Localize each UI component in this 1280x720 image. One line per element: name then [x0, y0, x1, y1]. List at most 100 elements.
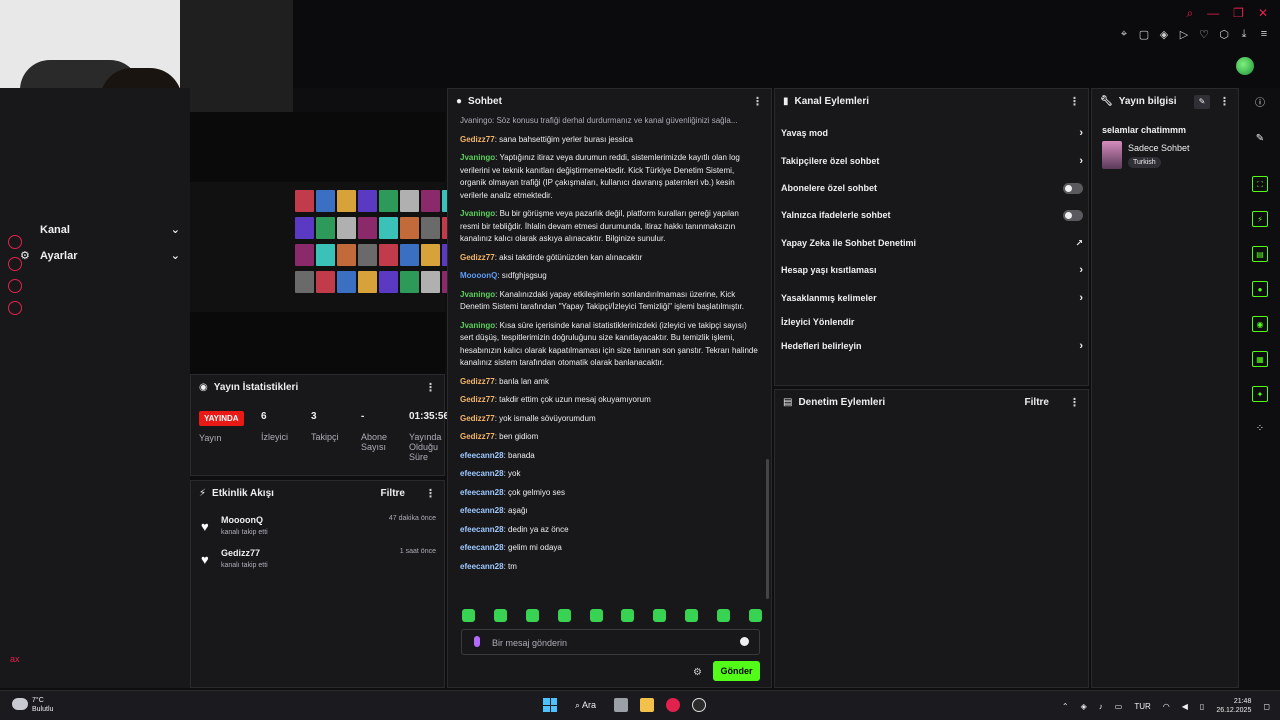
sidebar-item-kanal[interactable]: Kanal ⌄ [40, 223, 180, 237]
filter-button[interactable]: Filtre [1025, 397, 1049, 408]
taskbar-search[interactable]: ⌕ Ara [569, 700, 602, 711]
settings-icon[interactable] [8, 301, 22, 315]
channel-action-row[interactable]: İzleyici Yönlendir [781, 312, 1083, 332]
chat-username[interactable]: efeecann28 [460, 488, 504, 497]
category-name[interactable]: Sadece Sohbet [1128, 143, 1190, 153]
channel-action-row[interactable]: Yavaş mod › [781, 123, 1083, 143]
chat-username[interactable]: MoooonQ [460, 271, 497, 280]
download-icon[interactable]: ⤓ [1238, 28, 1250, 40]
sidebar-item-ayarlar[interactable]: ⚙ Ayarlar ⌄ [20, 249, 180, 263]
emote-icon[interactable] [493, 609, 507, 622]
live-icon[interactable] [8, 235, 22, 249]
focus-icon[interactable]: ⛶ [1252, 176, 1268, 192]
language-tag[interactable]: Turkish [1128, 157, 1161, 168]
profile-globe-icon[interactable] [1236, 57, 1254, 75]
volume-icon[interactable]: ◀ [1182, 702, 1188, 711]
chat-bubble-icon[interactable]: ● [1252, 281, 1268, 297]
clock-icon[interactable] [8, 257, 22, 271]
heart-icon[interactable]: ♡ [1198, 28, 1210, 41]
broadcast-icon[interactable]: ◉ [1252, 316, 1268, 332]
more-options-icon[interactable]: ⋮ [425, 381, 436, 394]
keyboard-icon[interactable]: ▭ [1115, 702, 1123, 711]
microphone-icon[interactable] [474, 636, 480, 647]
more-options-icon[interactable]: ⋮ [1069, 95, 1080, 108]
maximize-icon[interactable]: ❐ [1233, 6, 1244, 21]
more-options-icon[interactable]: ⋮ [1219, 95, 1230, 108]
chat-username[interactable]: Jvaningo [460, 290, 495, 299]
search-icon[interactable]: ⌕ [1186, 6, 1193, 21]
chat-username[interactable]: Gedizz77 [460, 377, 495, 386]
extensions-icon[interactable]: ⬡ [1218, 28, 1230, 41]
layout-icon[interactable]: ▦ [1252, 351, 1268, 367]
opera-gx-icon[interactable] [666, 698, 681, 712]
channel-action-row[interactable]: Abonelere özel sohbet [781, 178, 1083, 198]
emote-icon[interactable] [557, 609, 571, 622]
chat-username[interactable]: Jvaningo [460, 321, 495, 330]
menu-icon[interactable]: ≡ [1258, 28, 1270, 40]
notes-icon[interactable]: ▤ [1252, 246, 1268, 262]
toggle-switch[interactable] [1063, 209, 1083, 221]
chat-username[interactable]: efeecann28 [460, 543, 504, 552]
channel-action-row[interactable]: Yapay Zeka ile Sohbet Denetimi ↗ [781, 233, 1083, 253]
integrations-icon[interactable]: ⁘ [1252, 421, 1268, 437]
emote-icon[interactable] [462, 609, 475, 622]
chat-username[interactable]: Jvaningo [460, 153, 495, 162]
obs-icon[interactable] [692, 698, 707, 712]
info-icon[interactable]: ⓘ [1252, 96, 1268, 112]
more-options-icon[interactable]: ⋮ [1069, 396, 1080, 409]
chat-username[interactable]: efeecann28 [460, 562, 504, 571]
more-options-icon[interactable]: ⋮ [752, 95, 763, 108]
emote-icon[interactable] [748, 609, 762, 622]
task-view-icon[interactable] [614, 698, 629, 712]
chat-username[interactable]: Gedizz77 [460, 414, 495, 423]
emote-icon[interactable] [525, 609, 539, 622]
chat-username[interactable]: Gedizz77 [460, 135, 495, 144]
chat-username[interactable]: Jvaningo [460, 209, 495, 218]
chat-username[interactable]: Gedizz77 [460, 253, 495, 262]
emote-icon[interactable] [653, 609, 667, 622]
clock[interactable]: 21:48 26.12.2025 [1216, 697, 1251, 715]
wifi-icon[interactable]: ◠ [1163, 702, 1170, 711]
screenshot-icon[interactable]: ▢ [1138, 28, 1150, 41]
emote-icon[interactable] [685, 609, 699, 622]
chat-username[interactable]: Gedizz77 [460, 395, 495, 404]
microphone-icon[interactable]: ♪ [1099, 702, 1103, 711]
chat-username[interactable]: efeecann28 [460, 506, 504, 515]
filter-button[interactable]: Filtre [381, 488, 405, 499]
chat-username[interactable]: Gedizz77 [460, 432, 495, 441]
lightning-icon[interactable]: ⚡ [1252, 211, 1268, 227]
play-icon[interactable]: ▷ [1178, 28, 1190, 41]
channel-action-row[interactable]: Yalnızca ifadelerle sohbet [781, 205, 1083, 225]
language-indicator[interactable]: TUR [1134, 702, 1150, 711]
notification-icon[interactable]: ◻ [1263, 702, 1270, 711]
tools-icon[interactable]: ✦ [1252, 386, 1268, 402]
more-options-icon[interactable]: ⋮ [425, 487, 436, 500]
emote-icon[interactable] [589, 609, 603, 622]
file-explorer-icon[interactable] [640, 698, 655, 712]
chat-scrollbar[interactable] [766, 459, 769, 599]
windows-start-icon[interactable] [543, 698, 557, 712]
chat-settings-icon[interactable]: ⚙ [693, 667, 702, 678]
chevron-up-icon[interactable]: ⌃ [1062, 702, 1069, 711]
channel-action-row[interactable]: Yasaklanmış kelimeler › [781, 288, 1083, 308]
channel-action-row[interactable]: Takipçilere özel sohbet › [781, 151, 1083, 171]
emoji-icon[interactable] [740, 637, 749, 646]
chat-username[interactable]: efeecann28 [460, 451, 504, 460]
chat-messages[interactable]: Jvaningo: Söz konusu trafiği derhal durd… [460, 115, 758, 595]
channel-action-row[interactable]: Hedefleri belirleyin › [781, 336, 1083, 356]
channel-action-row[interactable]: Hesap yaşı kısıtlaması › [781, 260, 1083, 280]
emote-icon[interactable] [717, 609, 730, 622]
pin-icon[interactable]: ⌖ [1118, 28, 1130, 40]
toggle-switch[interactable] [1063, 182, 1083, 194]
pencil-icon[interactable]: ✎ [1252, 131, 1268, 147]
chat-input[interactable] [492, 635, 732, 651]
close-icon[interactable]: ✕ [1258, 6, 1268, 21]
minimize-icon[interactable]: — [1207, 6, 1219, 21]
battery-icon[interactable]: ▯ [1200, 702, 1204, 711]
send-button[interactable]: Gönder [713, 661, 760, 681]
network-app-icon[interactable]: ◈ [1081, 702, 1087, 711]
chat-username[interactable]: efeecann28 [460, 525, 504, 534]
activity-icon[interactable] [8, 279, 22, 293]
chat-username[interactable]: efeecann28 [460, 469, 504, 478]
shield-icon[interactable]: ◈ [1158, 28, 1170, 41]
